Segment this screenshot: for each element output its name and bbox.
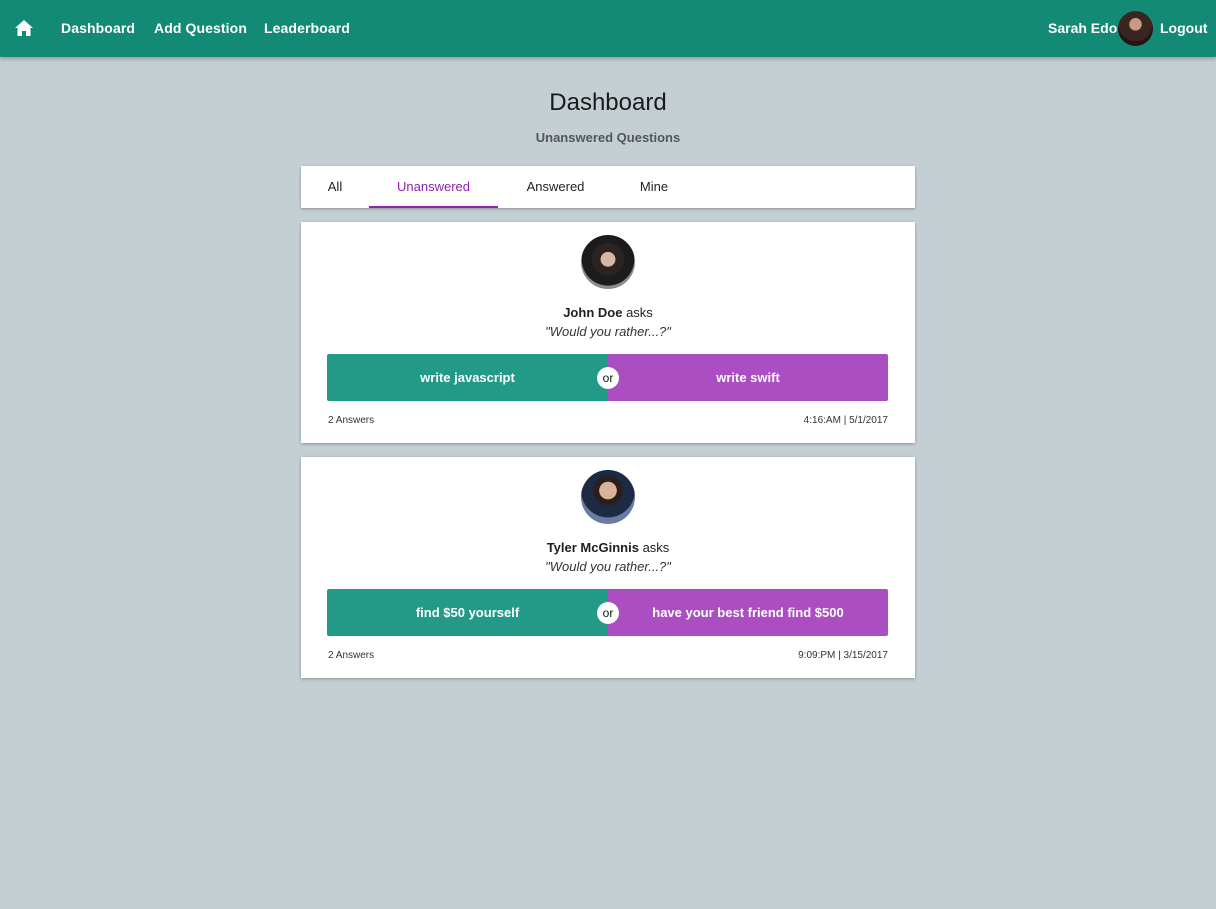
question-prompt: "Would you rather...?" (545, 559, 671, 574)
question-asker: Tyler McGinnis asks (301, 540, 915, 555)
author-name: Tyler McGinnis (546, 540, 639, 555)
or-badge: or (597, 367, 619, 389)
option-b-button[interactable]: write swift (608, 354, 888, 401)
avatar (581, 235, 635, 289)
question-timestamp: 9:09:PM | 3/15/2017 (798, 650, 888, 661)
or-badge: or (597, 602, 619, 624)
asks-label: asks (642, 540, 670, 555)
page-subtitle: Unanswered Questions (535, 130, 681, 145)
top-nav-bar: Dashboard Add Question Leaderboard Sarah… (0, 0, 1216, 57)
option-b-button[interactable]: have your best friend find $500 (608, 589, 888, 636)
filter-tabs: All Unanswered Answered Mine (301, 166, 915, 208)
question-card: Tyler McGinnis asks "Would you rather...… (301, 457, 915, 678)
nav-leaderboard-link[interactable]: Leaderboard (264, 20, 350, 36)
logout-link[interactable]: Logout (1160, 20, 1207, 36)
answer-count: 2 Answers (328, 415, 375, 426)
option-a-button[interactable]: find $50 yourself (327, 589, 608, 636)
answer-count: 2 Answers (328, 650, 375, 661)
author-name: John Doe (563, 305, 623, 320)
tab-mine[interactable]: Mine (613, 166, 695, 208)
tab-all[interactable]: All (301, 166, 369, 208)
question-asker: John Doe asks (301, 305, 915, 320)
nav-add-question-link[interactable]: Add Question (154, 20, 247, 36)
page-title: Dashboard (549, 89, 667, 116)
nav-dashboard-link[interactable]: Dashboard (61, 20, 135, 36)
question-prompt: "Would you rather...?" (545, 324, 671, 339)
question-timestamp: 4:16:AM | 5/1/2017 (803, 415, 888, 426)
current-user-name: Sarah Edo (1048, 20, 1118, 36)
tab-unanswered[interactable]: Unanswered (369, 166, 498, 208)
home-icon[interactable] (13, 17, 35, 39)
avatar (581, 470, 635, 524)
tab-answered[interactable]: Answered (498, 166, 613, 208)
asks-label: asks (626, 305, 653, 320)
user-avatar (1118, 11, 1153, 46)
question-card: John Doe asks "Would you rather...?" wri… (301, 222, 915, 443)
option-a-button[interactable]: write javascript (327, 354, 608, 401)
